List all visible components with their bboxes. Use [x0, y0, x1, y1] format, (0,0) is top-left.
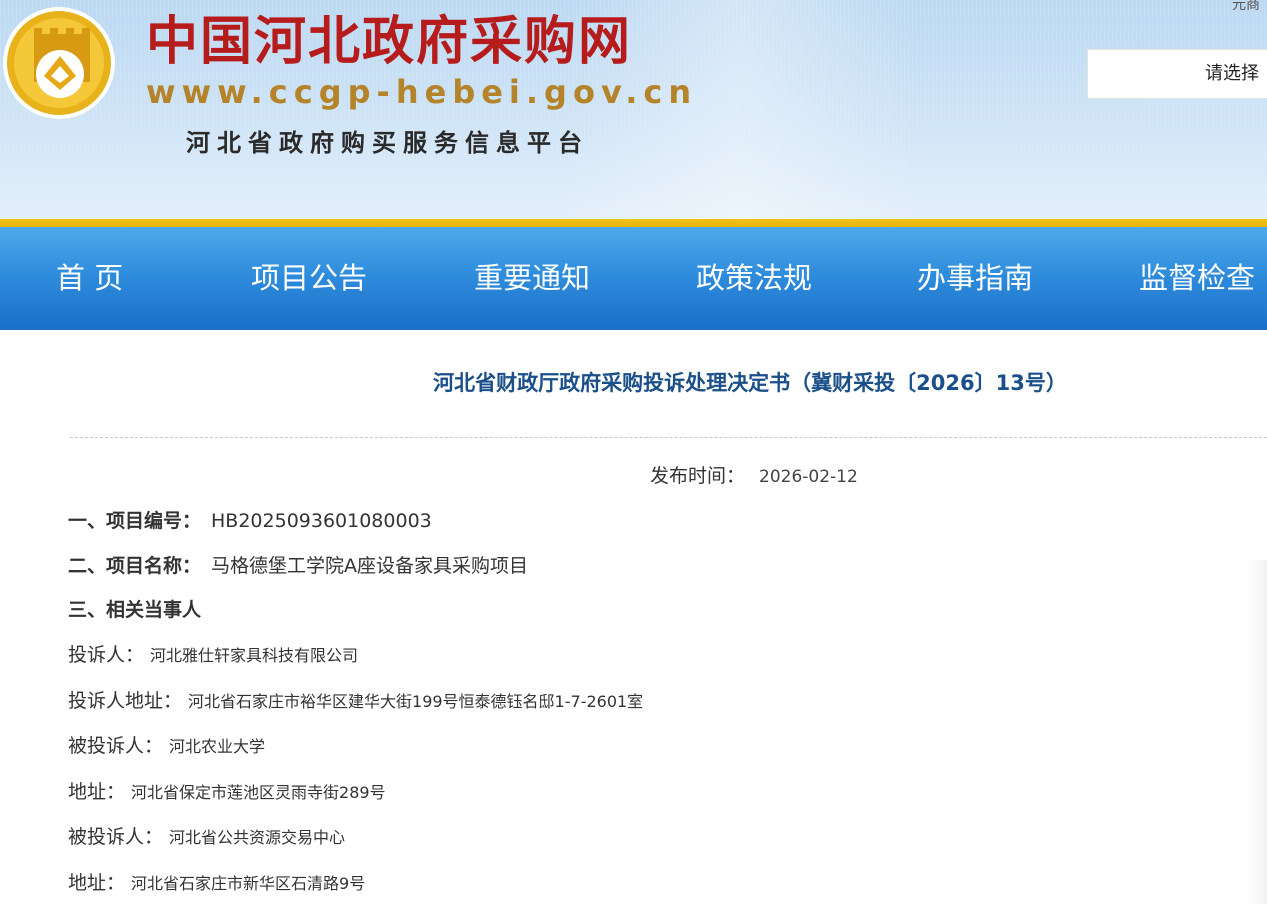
party-row: 地址： 河北省保定市莲池区灵雨寺街289号 [68, 777, 386, 808]
section-label: 一、项目编号： [68, 510, 202, 532]
publish-date: 2026-02-12 [759, 467, 858, 487]
region-select[interactable]: 请选择 [1087, 49, 1267, 99]
top-corner-text[interactable]: 元商 [1232, 0, 1260, 14]
nav-item-home[interactable]: 首 页 [56, 227, 123, 330]
section-label: 二、项目名称： [68, 555, 202, 577]
section-project-name: 二、项目名称： 马格德堡工学院A座设备家具采购项目 [68, 551, 528, 582]
nav-item-project-notices[interactable]: 项目公告 [251, 227, 367, 330]
nav-item-policies[interactable]: 政策法规 [696, 227, 812, 330]
gold-stripe [0, 219, 1267, 227]
site-logo-icon[interactable] [2, 6, 116, 120]
party-row: 投诉人地址： 河北省石家庄市裕华区建华大街199号恒泰德钰名邸1-7-2601室 [68, 686, 643, 717]
party-value: 河北雅仕轩家具科技有限公司 [150, 646, 359, 665]
section-parties: 三、相关当事人 [68, 595, 201, 626]
header-banner: 中国河北政府采购网 www.ccgp-hebei.gov.cn 河北省政府购买服… [0, 0, 1267, 219]
section-project-number: 一、项目编号： HB2025093601080003 [68, 506, 432, 537]
project-number-value: HB2025093601080003 [211, 510, 432, 532]
site-title: 中国河北政府采购网 [146, 12, 633, 72]
project-name-value: 马格德堡工学院A座设备家具采购项目 [211, 555, 529, 577]
publish-label: 发布时间： [650, 465, 746, 487]
party-row: 被投诉人： 河北省公共资源交易中心 [68, 822, 345, 853]
main-nav: 首 页 项目公告 重要通知 政策法规 办事指南 监督检查 [0, 227, 1267, 330]
article-title: 河北省财政厅政府采购投诉处理决定书（冀财采投〔2026〕13号） [433, 371, 1067, 395]
party-label: 地址： [68, 781, 126, 803]
party-label: 地址： [68, 872, 126, 894]
party-label: 投诉人： [68, 644, 145, 666]
site-subtitle: 河北省政府购买服务信息平台 [186, 129, 589, 157]
nav-item-guide[interactable]: 办事指南 [917, 227, 1033, 330]
party-label: 被投诉人： [68, 826, 164, 848]
publish-info: 发布时间： 2026-02-12 [650, 462, 858, 491]
party-label: 投诉人地址： [68, 690, 183, 712]
section-label: 三、相关当事人 [68, 599, 202, 621]
party-value: 河北农业大学 [169, 737, 266, 756]
party-row: 投诉人： 河北雅仕轩家具科技有限公司 [68, 640, 358, 671]
party-label: 被投诉人： [68, 735, 164, 757]
right-edge-shade [1245, 560, 1267, 904]
nav-item-supervision[interactable]: 监督检查 [1139, 227, 1255, 330]
party-value: 河北省保定市莲池区灵雨寺街289号 [131, 783, 386, 802]
nav-item-important-notices[interactable]: 重要通知 [474, 227, 590, 330]
title-divider [70, 437, 1267, 438]
party-value: 河北省石家庄市新华区石清路9号 [131, 874, 366, 893]
party-value: 河北省公共资源交易中心 [169, 828, 346, 847]
party-row: 地址： 河北省石家庄市新华区石清路9号 [68, 868, 365, 899]
party-row: 被投诉人： 河北农业大学 [68, 731, 265, 762]
site-url[interactable]: www.ccgp-hebei.gov.cn [146, 72, 697, 112]
party-value: 河北省石家庄市裕华区建华大街199号恒泰德钰名邸1-7-2601室 [188, 692, 644, 711]
